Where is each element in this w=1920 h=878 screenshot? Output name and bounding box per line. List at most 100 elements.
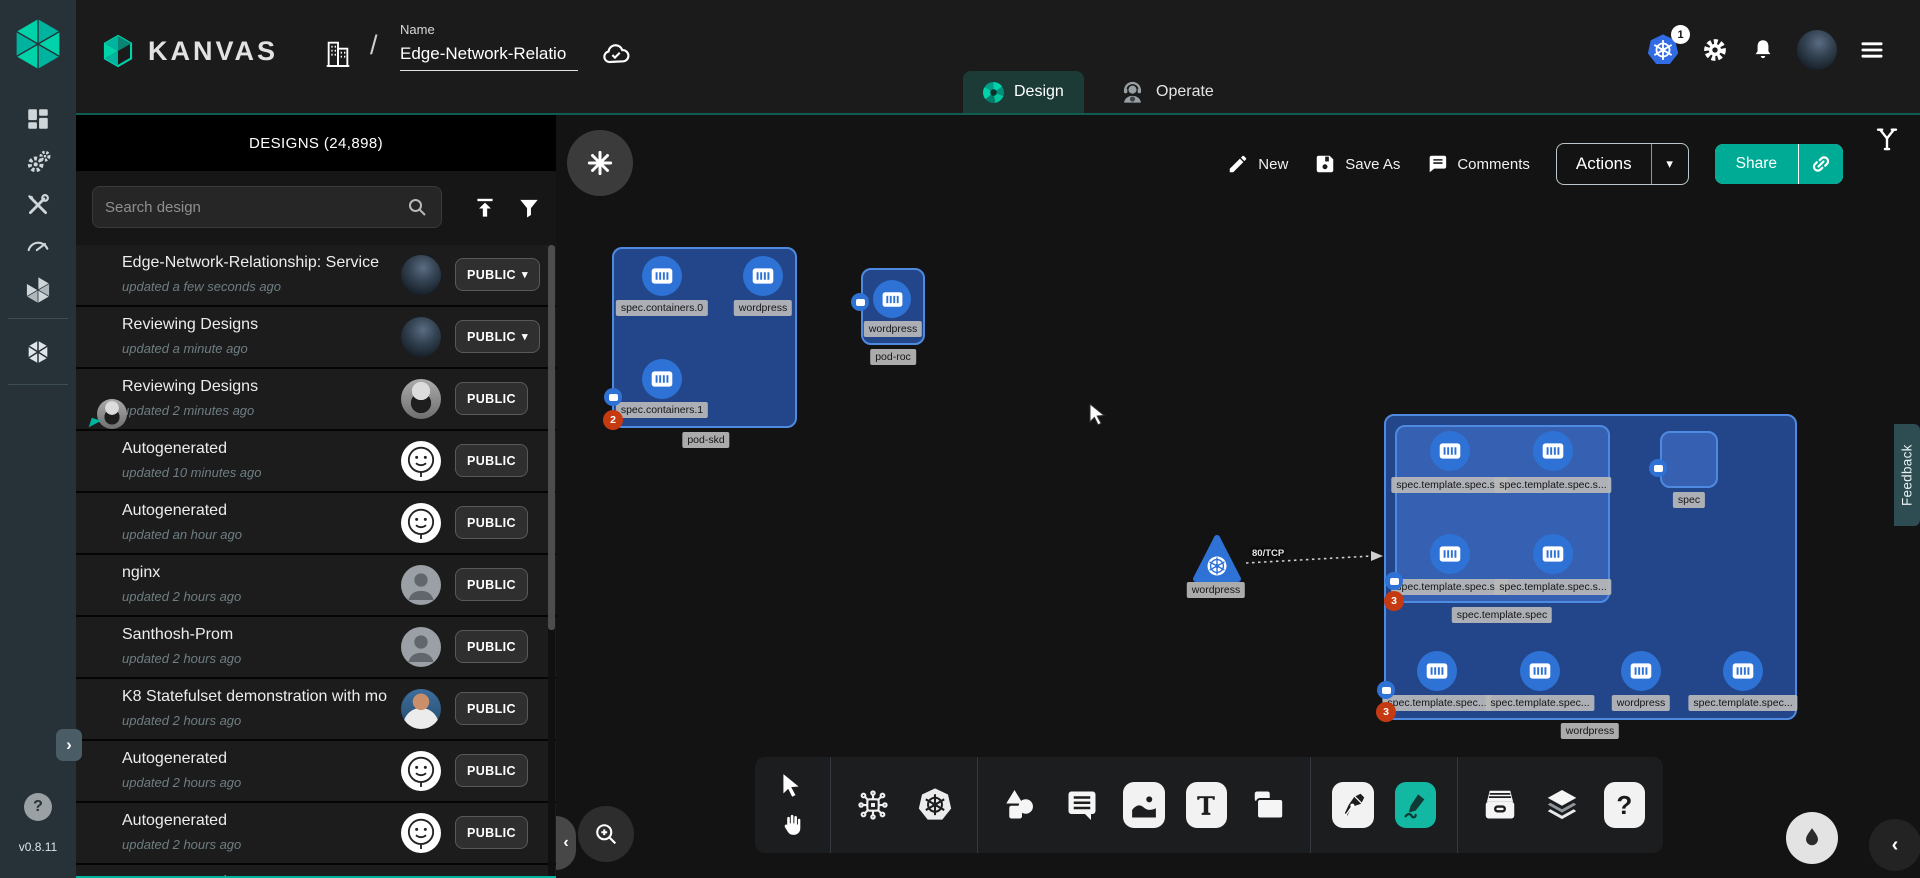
- sidebar-item-settings[interactable]: [16, 143, 60, 181]
- design-row[interactable]: Autogenerated updated an hour ago PUBLIC: [76, 493, 556, 553]
- scrollbar-thumb[interactable]: [548, 245, 555, 630]
- tab-operate[interactable]: Operate: [1099, 71, 1234, 113]
- user-avatar[interactable]: [1797, 30, 1837, 70]
- zoom-button[interactable]: [578, 806, 634, 862]
- share-button[interactable]: Share: [1715, 144, 1843, 184]
- node-container[interactable]: [642, 256, 682, 296]
- pen-tool[interactable]: [1332, 782, 1373, 828]
- visibility-badge[interactable]: PUBLIC: [455, 630, 528, 663]
- upload-design-button[interactable]: [468, 191, 502, 225]
- design-row[interactable]: nginx updated 2 hours ago PUBLIC: [76, 555, 556, 615]
- node-container[interactable]: [1621, 651, 1661, 691]
- organization-button[interactable]: [322, 38, 354, 70]
- node-spec[interactable]: [1660, 431, 1718, 488]
- visibility-badge[interactable]: PUBLIC: [455, 754, 528, 787]
- left-rail: › ? v0.8.11: [0, 0, 76, 878]
- visibility-badge[interactable]: PUBLIC: [455, 506, 528, 539]
- node-container[interactable]: [1430, 431, 1470, 471]
- node-container[interactable]: [1723, 651, 1763, 691]
- shapes-tool[interactable]: [999, 782, 1040, 828]
- design-row[interactable]: Santhosh-Prom updated 2 hours ago PUBLIC: [76, 617, 556, 677]
- node-service[interactable]: [1192, 534, 1242, 584]
- node-container[interactable]: [873, 280, 911, 318]
- node-container[interactable]: [1417, 651, 1457, 691]
- design-name-input[interactable]: [400, 42, 578, 71]
- sidebar-item-performance[interactable]: [16, 227, 60, 265]
- help-tool[interactable]: ?: [1604, 782, 1645, 828]
- pan-hand-tool[interactable]: [773, 808, 809, 842]
- components-tool[interactable]: [852, 782, 893, 828]
- top-header: KANVAS / Name: [76, 0, 1920, 113]
- versions-branch-button[interactable]: [1872, 124, 1902, 157]
- node-label: spec.template.spec...: [1382, 695, 1491, 711]
- comment-tool[interactable]: [1061, 782, 1102, 828]
- kubernetes-context-button[interactable]: 1: [1646, 33, 1680, 67]
- designs-scrollbar[interactable]: [548, 245, 555, 878]
- design-row[interactable]: Reviewing Designs updated a minute ago P…: [76, 307, 556, 367]
- visibility-badge[interactable]: PUBLIC▾: [455, 258, 540, 291]
- design-updated: updated 2 minutes ago: [122, 403, 254, 418]
- node-container[interactable]: [1533, 431, 1573, 471]
- visibility-badge[interactable]: PUBLIC: [455, 692, 528, 725]
- select-cursor-tool[interactable]: [773, 768, 809, 802]
- expand-right-dock-button[interactable]: ‹: [1869, 819, 1920, 871]
- comments-button[interactable]: Comments: [1426, 153, 1530, 175]
- visibility-badge[interactable]: PUBLIC: [455, 816, 528, 849]
- node-container[interactable]: [1520, 651, 1560, 691]
- design-row[interactable]: Autogenerated updated 10 minutes ago PUB…: [76, 431, 556, 491]
- settings-button[interactable]: [1701, 36, 1729, 64]
- sidebar-item-dashboard[interactable]: [16, 100, 60, 138]
- kubernetes-icon: [916, 786, 954, 824]
- breadcrumb-separator: /: [370, 30, 378, 61]
- error-count-badge[interactable]: 2: [603, 410, 623, 430]
- dashboard-icon: [25, 106, 51, 132]
- design-owner-avatar: [401, 813, 441, 853]
- visibility-badge[interactable]: PUBLIC: [455, 568, 528, 601]
- save-as-button[interactable]: Save As: [1314, 153, 1400, 175]
- node-container[interactable]: [1533, 534, 1573, 574]
- node-container[interactable]: [743, 256, 783, 296]
- sidebar-item-toolbox[interactable]: [16, 186, 60, 224]
- error-count-badge[interactable]: 3: [1376, 702, 1396, 722]
- cloud-saved-icon[interactable]: [600, 38, 632, 75]
- cluster-context-button[interactable]: [567, 130, 633, 196]
- kubernetes-tool[interactable]: [914, 782, 955, 828]
- mouse-cursor: [1085, 402, 1109, 428]
- design-row[interactable]: Edge-Network-Relationship: Service updat…: [76, 245, 556, 305]
- collapse-panel-tab[interactable]: ‹: [556, 816, 576, 870]
- visibility-badge[interactable]: PUBLIC: [455, 382, 528, 415]
- meshery-logo[interactable]: [11, 17, 65, 71]
- design-canvas[interactable]: New Save As Comments: [556, 115, 1920, 878]
- components-drawer-tool[interactable]: [1479, 782, 1520, 828]
- design-row[interactable]: Reviewing Designs updated 2 minutes ago …: [76, 369, 556, 429]
- freehand-draw-tool[interactable]: [1395, 782, 1436, 828]
- search-input[interactable]: [105, 199, 405, 216]
- frame-tool[interactable]: [1248, 782, 1289, 828]
- actions-button[interactable]: Actions ▾: [1556, 143, 1689, 185]
- design-row[interactable]: K8 Statefulset demonstration with mo upd…: [76, 679, 556, 739]
- expand-rail-button[interactable]: ›: [56, 729, 82, 761]
- image-tool[interactable]: [1123, 782, 1164, 828]
- notifications-button[interactable]: [1750, 37, 1776, 63]
- copy-link-icon[interactable]: [1799, 144, 1843, 184]
- error-count-badge[interactable]: 3: [1384, 591, 1404, 611]
- sidebar-item-meshery-catalog[interactable]: [16, 271, 60, 309]
- visibility-badge[interactable]: PUBLIC▾: [455, 320, 540, 353]
- visibility-badge[interactable]: PUBLIC: [455, 444, 528, 477]
- quick-action-button[interactable]: [1786, 812, 1838, 864]
- node-container[interactable]: [642, 359, 682, 399]
- node-pod-template[interactable]: [1395, 425, 1610, 603]
- node-container[interactable]: [1430, 534, 1470, 574]
- design-row[interactable]: Autogenerated updated 2 hours ago PUBLIC: [76, 803, 556, 863]
- layers-tool[interactable]: [1541, 782, 1582, 828]
- feedback-tab[interactable]: Feedback: [1894, 424, 1920, 526]
- tab-design[interactable]: Design: [963, 71, 1084, 113]
- filter-designs-button[interactable]: [512, 191, 546, 225]
- menu-button[interactable]: [1858, 36, 1886, 64]
- new-design-button[interactable]: New: [1227, 153, 1288, 175]
- container-icon: [750, 263, 776, 289]
- text-tool[interactable]: [1186, 782, 1227, 828]
- design-row[interactable]: Autogenerated updated 2 hours ago PUBLIC: [76, 741, 556, 801]
- help-button[interactable]: ?: [24, 793, 52, 821]
- sidebar-item-kanvas[interactable]: [16, 333, 60, 371]
